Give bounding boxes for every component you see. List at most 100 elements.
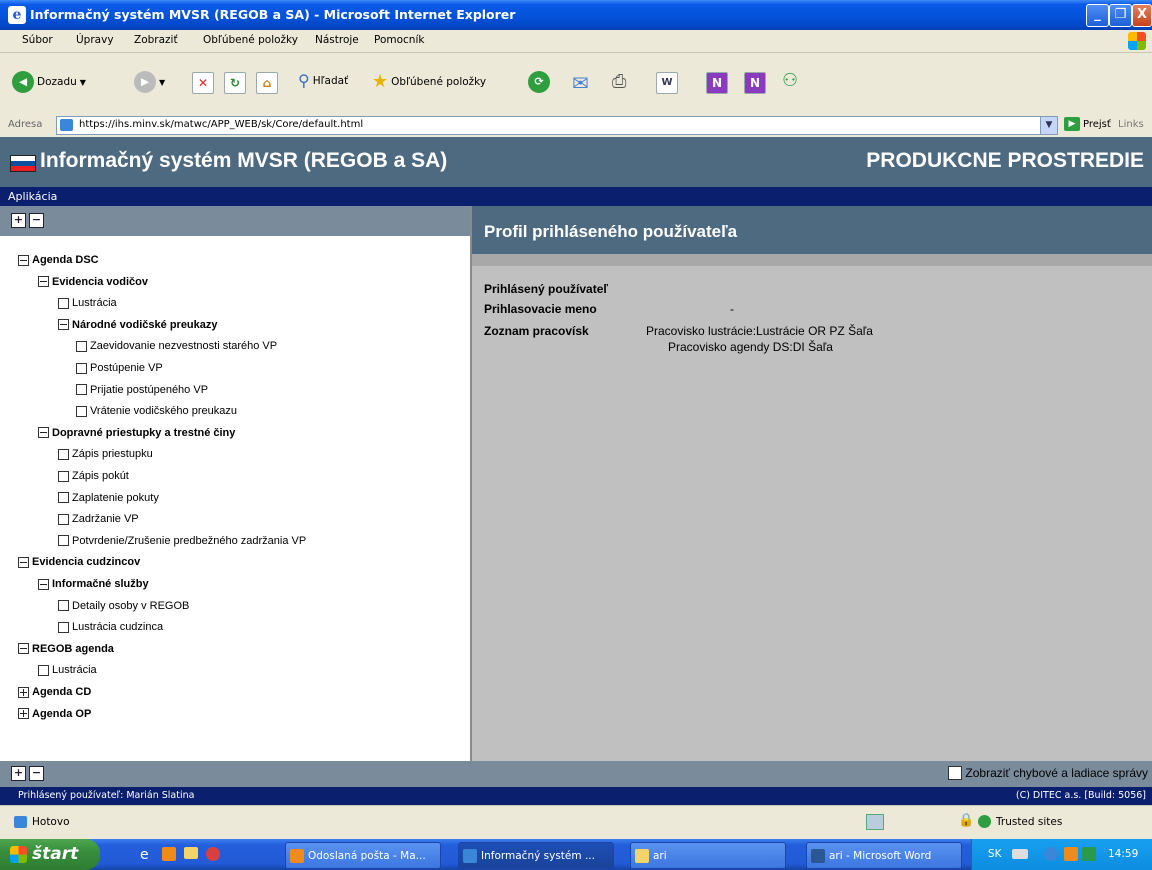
menu-help[interactable]: Pomocník <box>374 34 424 46</box>
tree-item[interactable]: Zaplatenie pokuty <box>58 492 159 504</box>
collapse-icon[interactable] <box>38 276 49 288</box>
page-title: Profil prihláseného používateľa <box>484 222 738 241</box>
expand-all-button[interactable]: + <box>11 766 26 781</box>
menu-favorites[interactable]: Obľúbené položky <box>203 34 298 46</box>
tree-item[interactable]: Agenda CD <box>18 686 91 698</box>
tree-item[interactable]: REGOB agenda <box>18 643 114 655</box>
tree-item[interactable]: Zadržanie VP <box>58 513 139 525</box>
onenote-icon[interactable]: N <box>744 72 766 94</box>
tree-item[interactable]: Zápis priestupku <box>58 448 153 460</box>
tree-item-label: Prijatie postúpeného VP <box>90 383 209 396</box>
outlook-icon <box>290 848 304 863</box>
stop-icon[interactable]: ✕ <box>192 72 214 94</box>
print-icon[interactable]: ⎙ <box>612 71 626 92</box>
tray-icon[interactable] <box>1082 847 1096 861</box>
collapse-icon[interactable] <box>38 578 49 590</box>
menu-edit[interactable]: Úpravy <box>76 34 114 46</box>
window-title: Informačný systém MVSR (REGOB a SA) - Mi… <box>30 7 516 22</box>
tree-item[interactable]: Lustrácia cudzinca <box>58 621 163 633</box>
links-label[interactable]: Links <box>1118 119 1144 130</box>
tree-item[interactable]: Dopravné priestupky a trestné činy <box>38 427 235 439</box>
tree-item-label: Evidencia cudzincov <box>32 556 141 569</box>
tray-icon[interactable] <box>1044 847 1058 861</box>
tree-item[interactable]: Lustrácia <box>58 297 117 309</box>
collapse-all-button[interactable]: − <box>29 766 44 781</box>
system-tray: SK 14:59 <box>971 839 1152 870</box>
mail-icon[interactable]: ✉ <box>572 71 589 95</box>
tree-item[interactable]: Potvrdenie/Zrušenie predbežného zadržani… <box>58 535 306 547</box>
collapse-icon[interactable] <box>58 319 69 331</box>
go-label: Prejsť <box>1083 118 1111 130</box>
tree-item[interactable]: Vrátenie vodičského preukazu <box>76 405 237 417</box>
forward-button[interactable]: ▶ ▼ <box>134 71 165 93</box>
favorites-button[interactable]: ★ Obľúbené položky <box>372 71 486 92</box>
menu-bar: Súbor Úpravy Zobraziť Obľúbené položky N… <box>0 30 1152 53</box>
start-button[interactable]: štart <box>0 839 100 870</box>
collapse-icon[interactable] <box>18 254 29 266</box>
lock-icon: 🔒 <box>958 813 975 828</box>
tree-item-label: Lustrácia cudzinca <box>72 621 164 634</box>
menu-view[interactable]: Zobraziť <box>134 34 178 46</box>
language-indicator[interactable]: SK <box>988 848 1002 860</box>
task-word[interactable]: ari - Microsoft Word <box>806 842 962 869</box>
home-icon[interactable]: ⌂ <box>256 72 278 94</box>
minimize-button[interactable]: _ <box>1086 4 1109 27</box>
collapse-icon[interactable] <box>18 556 29 568</box>
media-icon[interactable]: ⟳ <box>528 71 550 93</box>
search-button[interactable]: ⚲ Hľadať <box>298 71 348 90</box>
debug-toggle[interactable]: Zobraziť chybové a ladiace správy <box>948 766 1148 780</box>
status-text: Hotovo <box>32 816 70 828</box>
task-folder[interactable]: ari <box>630 842 786 869</box>
collapse-icon[interactable] <box>38 427 49 439</box>
tree-item[interactable]: Evidencia vodičov <box>38 276 148 288</box>
tree-item[interactable]: Agenda OP <box>18 708 91 720</box>
expand-all-button[interactable]: + <box>11 213 26 228</box>
tree-item[interactable]: Národné vodičské preukazy <box>58 319 218 331</box>
network-icon[interactable] <box>1012 849 1028 859</box>
leaf-icon <box>38 664 49 676</box>
forward-arrow-icon: ▶ <box>134 71 156 93</box>
tree-item[interactable]: Detaily osoby v REGOB <box>58 600 189 612</box>
back-button[interactable]: ◀ Dozadu ▼ <box>12 71 86 93</box>
leaf-icon <box>58 448 69 460</box>
messenger-icon[interactable]: ⚇ <box>782 70 798 91</box>
tree-item[interactable]: Informačné služby <box>38 578 149 590</box>
tree-item[interactable]: Prijatie postúpeného VP <box>76 384 208 396</box>
tree-item[interactable]: Zaevidovanie nezvestnosti starého VP <box>76 340 277 352</box>
back-label: Dozadu <box>37 76 77 88</box>
menu-file[interactable]: Súbor <box>22 34 53 46</box>
address-input[interactable]: https://ihs.minv.sk/matwc/APP_WEB/sk/Cor… <box>56 116 1058 135</box>
tree-item-label: Postúpenie VP <box>90 362 163 374</box>
tree-item[interactable]: Postúpenie VP <box>76 362 163 374</box>
menu-application[interactable]: Aplikácia <box>8 190 57 203</box>
environment-label: PRODUKCNE PROSTREDIE <box>866 149 1144 172</box>
ie-quicklaunch-icon[interactable]: e <box>140 847 149 863</box>
chevron-down-icon[interactable]: ▼ <box>1040 117 1057 134</box>
task-ie[interactable]: Informačný systém ... <box>458 842 614 869</box>
expand-icon[interactable] <box>18 708 29 720</box>
outlook-quicklaunch-icon[interactable] <box>162 847 176 861</box>
tree-item-label: Informačné služby <box>52 578 149 590</box>
tray-icon[interactable] <box>1064 847 1078 861</box>
maximize-button[interactable]: ❐ <box>1109 4 1132 27</box>
go-button[interactable]: ▶ Prejsť <box>1064 117 1111 131</box>
tree-item[interactable]: Evidencia cudzincov <box>18 556 140 568</box>
collapse-icon[interactable] <box>18 643 29 655</box>
close-button[interactable]: X <box>1132 4 1152 27</box>
menu-tools[interactable]: Nástroje <box>315 34 359 46</box>
tree-item[interactable]: Agenda DSC <box>18 254 99 266</box>
tree-item[interactable]: Lustrácia <box>38 664 97 676</box>
app-quicklaunch-icon[interactable] <box>206 847 220 861</box>
word-edit-icon[interactable]: W <box>656 72 678 94</box>
expand-icon[interactable] <box>18 686 29 698</box>
folder-quicklaunch-icon[interactable] <box>184 847 198 859</box>
task-outlook[interactable]: Odoslaná pošta - Ma... <box>285 842 441 869</box>
collapse-all-button[interactable]: − <box>29 213 44 228</box>
refresh-icon[interactable]: ↻ <box>224 72 246 94</box>
tree-item[interactable]: Zápis pokút <box>58 470 129 482</box>
debug-checkbox[interactable] <box>948 766 963 780</box>
tree-item-label: Potvrdenie/Zrušenie predbežného zadržani… <box>72 534 307 547</box>
page-icon <box>14 816 27 828</box>
onenote-icon[interactable]: N <box>706 72 728 94</box>
header-divider <box>472 254 1152 266</box>
